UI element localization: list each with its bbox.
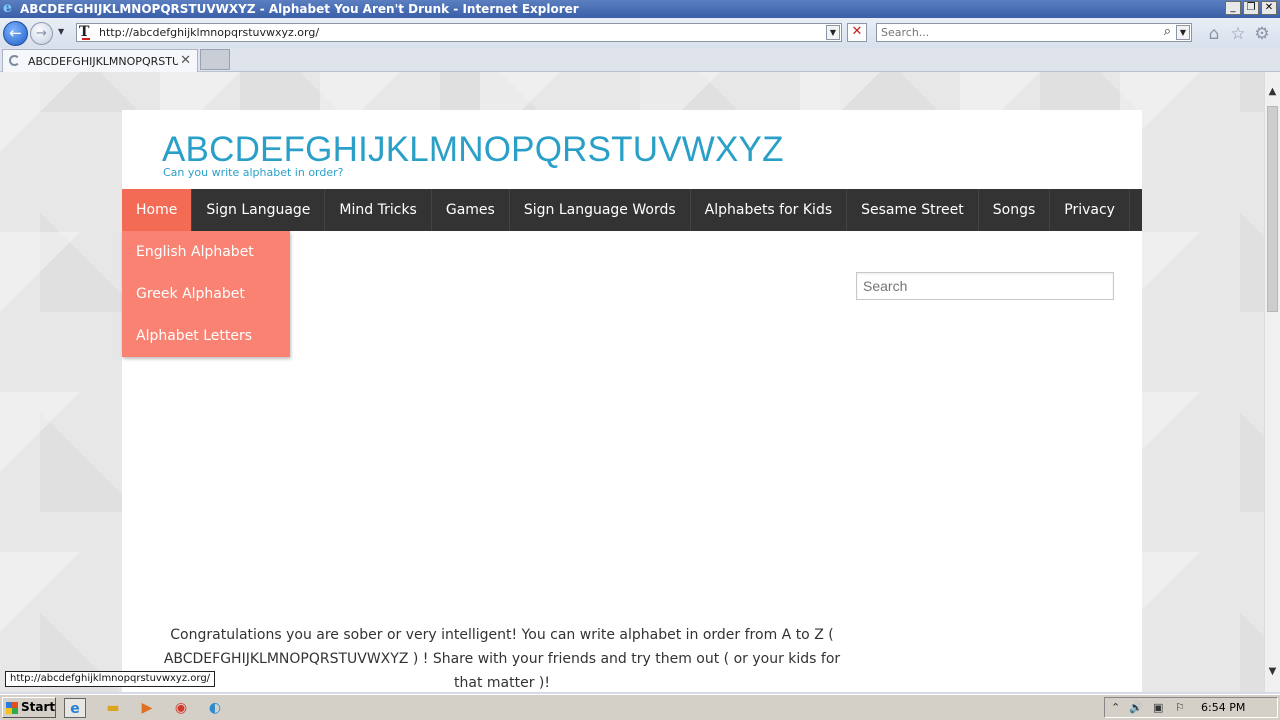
browser-search-box: ⌕ ▼	[876, 23, 1192, 42]
site-search-input[interactable]	[857, 273, 1113, 299]
start-button[interactable]: Start	[2, 697, 56, 718]
anyrun-watermark: ANY ▷ RUN	[1038, 684, 1264, 692]
tab-row: ABCDEFGHIJKLMNOPQRSTU... ✕	[0, 48, 1280, 72]
taskbar-clock[interactable]: 6:54 PM	[1201, 701, 1245, 714]
menu-item-privacy[interactable]: Privacy	[1050, 189, 1130, 231]
vertical-scrollbar[interactable]: ▲ ▼	[1264, 72, 1280, 692]
close-button[interactable]: ✕	[1261, 1, 1277, 15]
submenu-item-english-alphabet[interactable]: English Alphabet	[122, 231, 290, 273]
taskbar-edge-icon[interactable]: ◐	[204, 698, 226, 718]
menu-item-sesame-street[interactable]: Sesame Street	[847, 189, 979, 231]
stop-button[interactable]: ✕	[847, 23, 867, 42]
submenu-item-greek-alphabet[interactable]: Greek Alphabet	[122, 273, 290, 315]
menu-item-mind-tricks[interactable]: Mind Tricks	[325, 189, 432, 231]
address-bar: T ▼	[76, 23, 842, 42]
menu-item-sign-language[interactable]: Sign Language	[192, 189, 326, 231]
search-icon[interactable]: ⌕	[1164, 24, 1171, 39]
address-input[interactable]	[99, 25, 819, 40]
taskbar-internet-explorer-icon[interactable]: e	[64, 698, 86, 718]
tab-close-icon[interactable]: ✕	[180, 53, 191, 68]
menu-item-home[interactable]: Home	[122, 189, 193, 231]
taskbar-folder-icon[interactable]: ▬	[102, 698, 124, 718]
window-title: ABCDEFGHIJKLMNOPQRSTUVWXYZ - Alphabet Yo…	[20, 2, 579, 16]
site-search-box	[856, 272, 1114, 300]
site-title[interactable]: ABCDEFGHIJKLMNOPQRSTUVWXYZ	[162, 130, 784, 170]
back-button[interactable]: ←	[3, 21, 28, 46]
menu-item-sign-language-words[interactable]: Sign Language Words	[510, 189, 691, 231]
loading-spinner-icon	[9, 55, 20, 66]
page-viewport: ABCDEFGHIJKLMNOPQRSTUVWXYZ Can you write…	[0, 72, 1264, 692]
forward-button[interactable]: →	[30, 22, 53, 45]
internet-explorer-icon: e	[3, 0, 12, 16]
submenu-item-alphabet-letters[interactable]: Alphabet Letters	[122, 315, 290, 357]
site-tagline: Can you write alphabet in order?	[163, 166, 344, 179]
site-page: ABCDEFGHIJKLMNOPQRSTUVWXYZ Can you write…	[122, 110, 1142, 692]
menu-item-songs[interactable]: Songs	[979, 189, 1051, 231]
menu-item-games[interactable]: Games	[432, 189, 510, 231]
navigation-bar: ← → ▼ T ▼ ✕ ⌕ ▼ ⌂ ☆ ⚙	[0, 18, 1280, 48]
site-main-menu: Home Sign Language Mind Tricks Games Sig…	[122, 189, 1142, 231]
menu-item-alphabets-for-kids[interactable]: Alphabets for Kids	[691, 189, 848, 231]
start-label: Start	[21, 700, 56, 714]
action-center-flag-icon[interactable]: ⚐	[1175, 701, 1185, 714]
home-icon[interactable]: ⌂	[1204, 24, 1224, 44]
scroll-thumb[interactable]	[1267, 106, 1278, 312]
home-submenu: English Alphabet Greek Alphabet Alphabet…	[122, 231, 290, 357]
taskbar: Start e ▬ ▶ ◉ ◐ ⌃ 🔊 ▣ ⚐ 6:54 PM	[0, 694, 1280, 720]
tab-label: ABCDEFGHIJKLMNOPQRSTU...	[28, 55, 178, 68]
gear-icon[interactable]: ⚙	[1252, 24, 1272, 44]
network-icon[interactable]: ▣	[1153, 701, 1163, 714]
address-dropdown-icon[interactable]: ▼	[826, 25, 840, 40]
system-tray: ⌃ 🔊 ▣ ⚐ 6:54 PM	[1104, 697, 1278, 718]
search-dropdown-icon[interactable]: ▼	[1176, 25, 1190, 40]
site-favicon-icon: T	[79, 25, 93, 40]
window-titlebar: e ABCDEFGHIJKLMNOPQRSTUVWXYZ - Alphabet …	[0, 0, 1280, 18]
windows-logo-icon	[6, 702, 18, 714]
link-status-tooltip: http://abcdefghijklmnopqrstuvwxyz.org/	[5, 671, 216, 687]
window-controls: _ ❐ ✕	[1225, 1, 1277, 15]
taskbar-chrome-icon[interactable]: ◉	[170, 698, 192, 718]
intro-text: Congratulations you are sober or very in…	[163, 627, 841, 691]
browser-search-input[interactable]	[881, 25, 1151, 40]
minimize-button[interactable]: _	[1225, 1, 1241, 15]
favorites-star-icon[interactable]: ☆	[1228, 24, 1248, 44]
scroll-up-icon[interactable]: ▲	[1265, 84, 1280, 100]
tray-expand-icon[interactable]: ⌃	[1111, 701, 1120, 714]
history-dropdown-icon[interactable]: ▼	[58, 27, 64, 36]
scroll-down-icon[interactable]: ▼	[1265, 664, 1280, 680]
taskbar-media-player-icon[interactable]: ▶	[136, 698, 158, 718]
tab-current[interactable]: ABCDEFGHIJKLMNOPQRSTU... ✕	[2, 49, 198, 72]
restore-button[interactable]: ❐	[1243, 1, 1259, 15]
volume-icon[interactable]: 🔊	[1129, 701, 1143, 714]
new-tab-button[interactable]	[200, 49, 230, 70]
